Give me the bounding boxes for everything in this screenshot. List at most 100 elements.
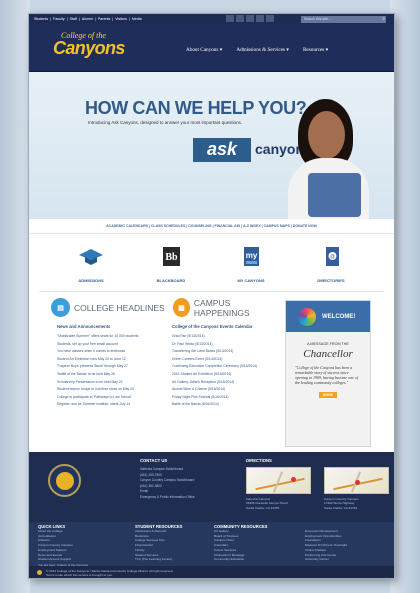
- college-headlines-heading: ▤ COLLEGE HEADLINES: [51, 297, 166, 318]
- social-icon[interactable]: [226, 15, 234, 22]
- events-calendar-heading: College of the Canyons Events Calendar: [172, 324, 253, 329]
- welcome-header: WELCOME!: [286, 301, 370, 332]
- event-item[interactable]: Green Careers Event (5/14/2014): [172, 356, 257, 364]
- blackboard-service[interactable]: Bb BLACKBOARD: [141, 234, 201, 283]
- quick-link-academic-calendars[interactable]: ACADEMIC CALENDARS: [106, 224, 148, 228]
- my-canyons-label: MY CANYONS: [237, 278, 265, 283]
- college-logo[interactable]: Canyons: [53, 38, 125, 59]
- my-canyons-service[interactable]: my MY CANYONS: [221, 234, 281, 283]
- quick-link-bar: ACADEMIC CALENDARS | CLASS SCHEDULES | C…: [29, 219, 394, 234]
- top-link-staff[interactable]: Staff: [70, 17, 77, 21]
- social-icon[interactable]: [266, 15, 274, 22]
- footer-community-links: Art Gallery Board of Trustees Campus Hotel…: [214, 529, 245, 562]
- quick-link-donate-now[interactable]: DONATE NOW: [293, 224, 317, 228]
- headlines-list: "Mobilizable Summer" offers seats for 10…: [57, 333, 139, 409]
- news-announcements-heading: News and Announcements: [57, 324, 111, 329]
- top-link-parents[interactable]: Parents: [98, 17, 110, 21]
- footer-student-links: Admissions & Records Bookstore College Suc…: [135, 529, 173, 562]
- top-link-visitors[interactable]: Visitors: [115, 17, 127, 21]
- web-page: Students | Faculty | Staff | Alumni | Parent…: [28, 13, 395, 579]
- event-item[interactable]: Transferring Set Land Banks (5/13/2014): [172, 348, 257, 356]
- hero-banner[interactable]: HOW CAN WE HELP YOU? Introducing Ask Can…: [29, 72, 394, 219]
- events-list: Grad Fair (5/13/2014) Dr. Paul Weiss (5/1…: [172, 333, 257, 409]
- footer-quick-links: About the College Accreditation Athletics C…: [38, 529, 73, 562]
- site-footer: CONTACT US Valencia Campus Switchboard (6…: [29, 452, 394, 578]
- map-marker-icon: [355, 480, 360, 485]
- headline-item[interactable]: Student improv troupe to hold free show …: [57, 386, 139, 394]
- main-navigation: About Canyons ▾ Admissions & Services ▾ …: [186, 47, 328, 53]
- top-link-students[interactable]: Students: [34, 17, 48, 21]
- canyon-country-address: Canyon Country Campus 17200 Sierra Highwa…: [324, 497, 359, 510]
- headline-item[interactable]: You have classes when it comes to textbo…: [57, 348, 139, 356]
- blackboard-icon: Bb: [163, 247, 180, 266]
- quick-link-class-schedules[interactable]: CLASS SCHEDULES: [151, 224, 185, 228]
- directories-service[interactable]: @ DIRECTORIES: [301, 234, 361, 283]
- site-header: College of the Canyons About Canyons ▾ A…: [29, 24, 394, 72]
- footer-more-community-links: Economic Development Employment Opportuni…: [305, 529, 348, 562]
- top-link-alumni[interactable]: Alumni: [82, 17, 93, 21]
- event-item[interactable]: Friday Night Film Festival (5/16/2014): [172, 394, 257, 402]
- valencia-address: Valencia Campus 26455 Rockwell Canyon Roa…: [246, 497, 288, 510]
- top-link-faculty[interactable]: Faculty: [53, 17, 65, 21]
- svg-text:my: my: [246, 251, 258, 260]
- event-item[interactable]: Grad Fair (5/13/2014): [172, 333, 257, 341]
- headline-item[interactable]: Student Art Exhibition runs May 20 to Ju…: [57, 356, 139, 364]
- footer-contact-section: CONTACT US Valencia Campus Switchboard (6…: [29, 452, 394, 522]
- event-item[interactable]: 2014 Student Art Exhibition (5/15/2014): [172, 371, 257, 379]
- map-marker-icon: [291, 477, 296, 482]
- headline-item[interactable]: Scholarship Presentation to be held May …: [57, 379, 139, 387]
- event-item[interactable]: Dr. Paul Weiss (5/13/2014): [172, 341, 257, 349]
- svg-text:@: @: [330, 254, 335, 260]
- social-icon[interactable]: [256, 15, 264, 22]
- left-background-shadow: [0, 0, 30, 593]
- welcome-title: WELCOME!: [322, 313, 356, 320]
- hero-title: HOW CAN WE HELP YOU?: [85, 98, 307, 118]
- quick-link-a-z-index[interactable]: A-Z INDEX: [243, 224, 261, 228]
- nav-admissions-services[interactable]: Admissions & Services ▾: [236, 47, 289, 53]
- headline-item[interactable]: Students, set up your free email account: [57, 341, 139, 349]
- headlines-icon: ▤: [51, 298, 70, 317]
- quick-link-financial-aid[interactable]: FINANCIAL AID: [215, 224, 241, 228]
- headline-item[interactable]: College to participate in 'Pathways to L…: [57, 394, 139, 402]
- admissions-label: ADMISSIONS: [78, 278, 104, 283]
- my-canyons-icon: my: [244, 247, 259, 266]
- headline-item[interactable]: Register now for Summer Institute, start…: [57, 401, 139, 409]
- student-face: [308, 111, 345, 159]
- social-icons: [226, 15, 274, 22]
- social-icon[interactable]: [236, 15, 244, 22]
- canyon-country-map[interactable]: [324, 467, 389, 494]
- directories-label: DIRECTORIES: [317, 278, 345, 283]
- headline-item[interactable]: "Mobilizable Summer" offers seats for 10…: [57, 333, 139, 341]
- chancellor-quote: "College of the Canyons has been a remar…: [295, 365, 358, 385]
- quick-link-counseling[interactable]: COUNSELING: [188, 224, 211, 228]
- copyright-bar: © 2014 College of the Canyons / Santa Cl…: [29, 566, 394, 578]
- event-item[interactable]: Continuing Education Completion Ceremony…: [172, 363, 257, 371]
- valencia-map[interactable]: [246, 467, 311, 494]
- headline-item[interactable]: 'Battle of the Bands' to be held May 26: [57, 371, 139, 379]
- top-link-media[interactable]: Media: [132, 17, 142, 21]
- graduation-cap-icon: [79, 249, 103, 265]
- quick-link-campus-maps[interactable]: CAMPUS MAPS: [264, 224, 290, 228]
- contact-list: Valencia Campus Switchboard (661) 259-780…: [140, 467, 195, 500]
- directions-heading: DIRECTIONS: [246, 458, 272, 463]
- nav-about-canyons[interactable]: About Canyons ▾: [186, 47, 222, 53]
- ask-logo[interactable]: ask: [193, 138, 251, 162]
- contact-line: Canyon Country Campus Switchboard: [140, 478, 195, 482]
- admissions-service[interactable]: ADMISSIONS: [61, 234, 121, 283]
- terms-link[interactable]: Terms under which this service is brough…: [46, 573, 379, 577]
- chancellor-title: Chancellor: [303, 348, 353, 360]
- hero-subtitle: Introducing Ask Canyons, designed to ans…: [88, 120, 243, 125]
- headline-item[interactable]: 'Trapeze Boys' presents 'Bwoll' through …: [57, 363, 139, 371]
- nav-resources[interactable]: Resources ▾: [303, 47, 328, 53]
- calendar-icon: ▦: [173, 298, 190, 317]
- search-input[interactable]: Search this site... ⌕: [301, 15, 386, 23]
- social-icon[interactable]: [246, 15, 254, 22]
- contact-heading: CONTACT US: [140, 458, 168, 463]
- search-placeholder: Search this site...: [304, 17, 331, 21]
- event-item[interactable]: Alumni Wine & Cheese (5/15/2014): [172, 386, 257, 394]
- more-button[interactable]: MORE: [319, 392, 337, 398]
- search-icon[interactable]: ⌕: [382, 16, 385, 22]
- event-item[interactable]: Art Gallery: Artist's Reception (5/15/20…: [172, 379, 257, 387]
- public-information-link[interactable]: Emergency & Public Information Office: [140, 495, 195, 501]
- event-item[interactable]: Battle of the Bands (5/16/2014): [172, 401, 257, 409]
